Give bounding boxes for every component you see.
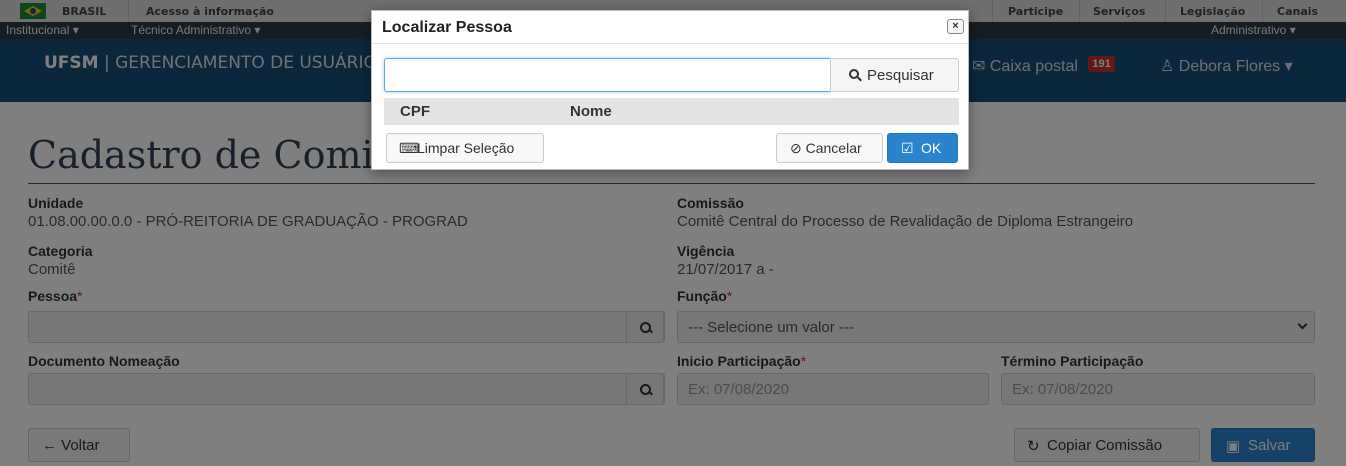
modal-header-divider [372,43,968,44]
pesquisar-button[interactable]: Pesquisar [830,58,959,92]
results-table-header: CPF Nome [384,98,959,125]
search-input[interactable] [384,58,831,92]
cancelar-button[interactable]: ⊘ Cancelar [776,133,883,163]
modal-title: Localizar Pessoa [382,19,512,36]
ok-button[interactable]: ☑ OK [887,133,958,163]
page: BRASIL Acesso à informação Participe Ser… [0,0,1346,466]
col-nome: Nome [570,103,612,120]
search-icon [849,69,861,81]
check-square-icon: ☑ [901,140,914,156]
limpar-selecao-button[interactable]: ⌨ Limpar Seleção [386,133,544,163]
col-cpf: CPF [400,103,430,120]
localizar-pessoa-modal: Localizar Pessoa × Pesquisar CPF Nome ⌨ … [371,10,969,170]
close-icon[interactable]: × [947,19,964,34]
